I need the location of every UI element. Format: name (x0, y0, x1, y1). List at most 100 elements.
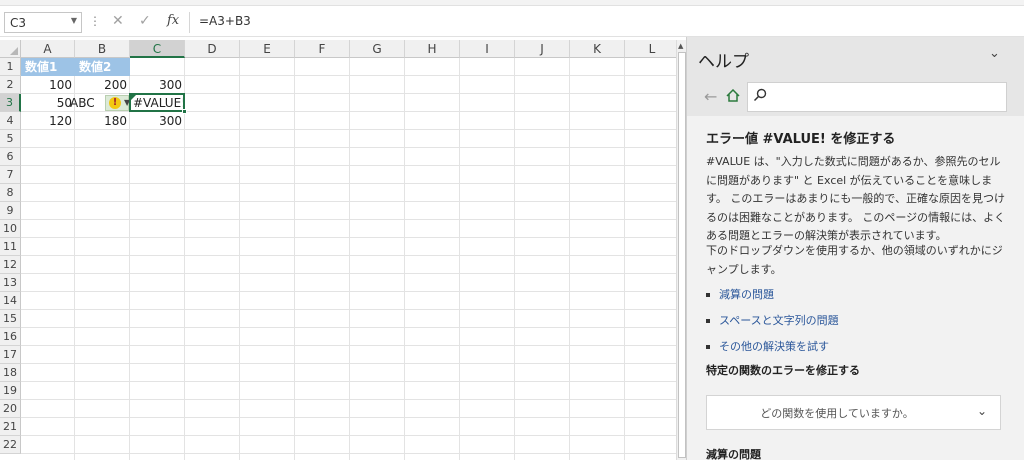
name-box-value: C3 (10, 16, 27, 30)
link-space-text-problems[interactable]: スペースと文字列の問題 (706, 312, 839, 328)
row-header-6[interactable]: 6 (0, 148, 21, 166)
column-header-g[interactable]: G (350, 40, 405, 58)
grid-line (21, 309, 676, 310)
more-options-icon[interactable]: ⋮ (89, 14, 101, 28)
vertical-scrollbar[interactable]: ▲ (676, 40, 686, 460)
search-icon (753, 88, 767, 106)
cell-c4[interactable]: 300 (130, 112, 185, 130)
grid-line (21, 183, 676, 184)
row-header-13[interactable]: 13 (0, 274, 21, 292)
grid-line (21, 399, 676, 400)
row-header-17[interactable]: 17 (0, 346, 21, 364)
name-box[interactable]: C3 ▼ (4, 12, 82, 33)
link-other-solutions[interactable]: その他の解決策を試す (706, 338, 829, 354)
grid-line (21, 255, 676, 256)
grid-line (21, 435, 676, 436)
row-header-20[interactable]: 20 (0, 400, 21, 418)
formula-bar-separator (189, 12, 190, 33)
row-header-3[interactable]: 3 (0, 94, 21, 112)
column-header-c[interactable]: C (130, 40, 185, 58)
cell-a1[interactable]: 数値1 (21, 58, 75, 76)
row-header-18[interactable]: 18 (0, 364, 21, 382)
column-header-i[interactable]: I (460, 40, 515, 58)
row-header-7[interactable]: 7 (0, 166, 21, 184)
function-dropdown-placeholder: どの関数を使用していますか。 (760, 407, 914, 420)
column-header-b[interactable]: B (75, 40, 130, 58)
scroll-up-icon[interactable]: ▲ (678, 42, 683, 50)
grid-line (21, 453, 676, 454)
article-paragraph: #VALUE は、"入力した数式に問題があるか、参照先のセルに問題があります" … (706, 155, 1006, 242)
row-header-15[interactable]: 15 (0, 310, 21, 328)
row-header-4[interactable]: 4 (0, 112, 21, 130)
row-header-12[interactable]: 12 (0, 256, 21, 274)
warning-icon: ! (109, 97, 121, 109)
cell-a4[interactable]: 120 (21, 112, 75, 130)
chevron-down-icon[interactable]: ⌄ (989, 46, 1000, 61)
column-header-e[interactable]: E (240, 40, 295, 58)
column-header-f[interactable]: F (295, 40, 350, 58)
grid-line (21, 363, 676, 364)
column-header-j[interactable]: J (515, 40, 570, 58)
formula-input[interactable]: =A3+B3 (199, 14, 251, 28)
cell-b2[interactable]: 200 (75, 76, 130, 94)
grid-line (21, 273, 676, 274)
chevron-down-icon[interactable]: ▼ (71, 16, 77, 25)
row-header-9[interactable]: 9 (0, 202, 21, 220)
scrollbar-thumb[interactable] (678, 52, 686, 458)
help-search-input[interactable] (747, 82, 1007, 112)
function-dropdown[interactable]: どの関数を使用していますか。 ⌄ (706, 395, 1001, 430)
checkmark-icon[interactable]: ✓ (139, 13, 151, 29)
row-header-8[interactable]: 8 (0, 184, 21, 202)
link-subtraction-problems[interactable]: 減算の問題 (706, 286, 774, 302)
row-header-16[interactable]: 16 (0, 328, 21, 346)
help-pane: ヘルプ ⌄ ← エラー値 #VALUE! を修正する #VALUE は、"入力し… (686, 37, 1024, 460)
spreadsheet-grid[interactable]: A B C D E F G H I J K L 1 2 3 4 5 6 7 8 9 10 11 12 13 14 15 16 17 18 1… (0, 40, 676, 460)
grid-line (21, 147, 676, 148)
grid-line (21, 417, 676, 418)
cell-b1[interactable]: 数値2 (75, 58, 130, 76)
section-heading: 特定の関数のエラーを修正する (706, 364, 860, 377)
cell-a2[interactable]: 100 (21, 76, 75, 94)
row-header-22[interactable]: 22 (0, 436, 21, 454)
help-article: エラー値 #VALUE! を修正する #VALUE は、"入力した数式に問題があ… (687, 116, 1024, 460)
close-icon[interactable]: ✕ (112, 13, 124, 29)
grid-line (21, 237, 676, 238)
grid-line (21, 219, 676, 220)
row-header-10[interactable]: 10 (0, 220, 21, 238)
column-header-d[interactable]: D (185, 40, 240, 58)
grid-line (21, 201, 676, 202)
ribbon-strip (0, 0, 1024, 6)
error-triangle-icon (131, 95, 136, 100)
row-header-5[interactable]: 5 (0, 130, 21, 148)
home-icon[interactable] (726, 88, 740, 106)
row-header-19[interactable]: 19 (0, 382, 21, 400)
function-icon[interactable]: fx (167, 13, 179, 28)
grid-line (21, 165, 676, 166)
column-header-k[interactable]: K (570, 40, 625, 58)
row-header-2[interactable]: 2 (0, 76, 21, 94)
grid-line (21, 327, 676, 328)
fill-handle[interactable] (182, 109, 187, 114)
arrow-left-icon[interactable]: ← (704, 87, 717, 106)
grid-line (21, 291, 676, 292)
grid-line (21, 345, 676, 346)
active-cell-border (129, 93, 185, 112)
formula-bar: C3 ▼ ⋮ ✕ ✓ fx =A3+B3 (0, 8, 1024, 37)
select-all-button[interactable] (0, 40, 21, 58)
row-header-21[interactable]: 21 (0, 418, 21, 436)
row-header-1[interactable]: 1 (0, 58, 21, 76)
column-header-a[interactable]: A (21, 40, 75, 58)
chevron-down-icon[interactable]: ⌄ (977, 404, 987, 418)
cell-c2[interactable]: 300 (130, 76, 185, 94)
section-heading: 減算の問題 (706, 448, 761, 460)
cell-b4[interactable]: 180 (75, 112, 130, 130)
column-header-l[interactable]: L (625, 40, 676, 58)
help-pane-title: ヘルプ (698, 52, 749, 72)
grid-line (21, 381, 676, 382)
row-header-14[interactable]: 14 (0, 292, 21, 310)
row-header-11[interactable]: 11 (0, 238, 21, 256)
column-header-h[interactable]: H (405, 40, 460, 58)
error-check-button[interactable]: ! ▼ (105, 95, 130, 111)
article-title: エラー値 #VALUE! を修正する (706, 132, 896, 147)
article-paragraph: 下のドロップダウンを使用するか、他の領域のいずれかにジャンプします。 (706, 244, 1003, 276)
